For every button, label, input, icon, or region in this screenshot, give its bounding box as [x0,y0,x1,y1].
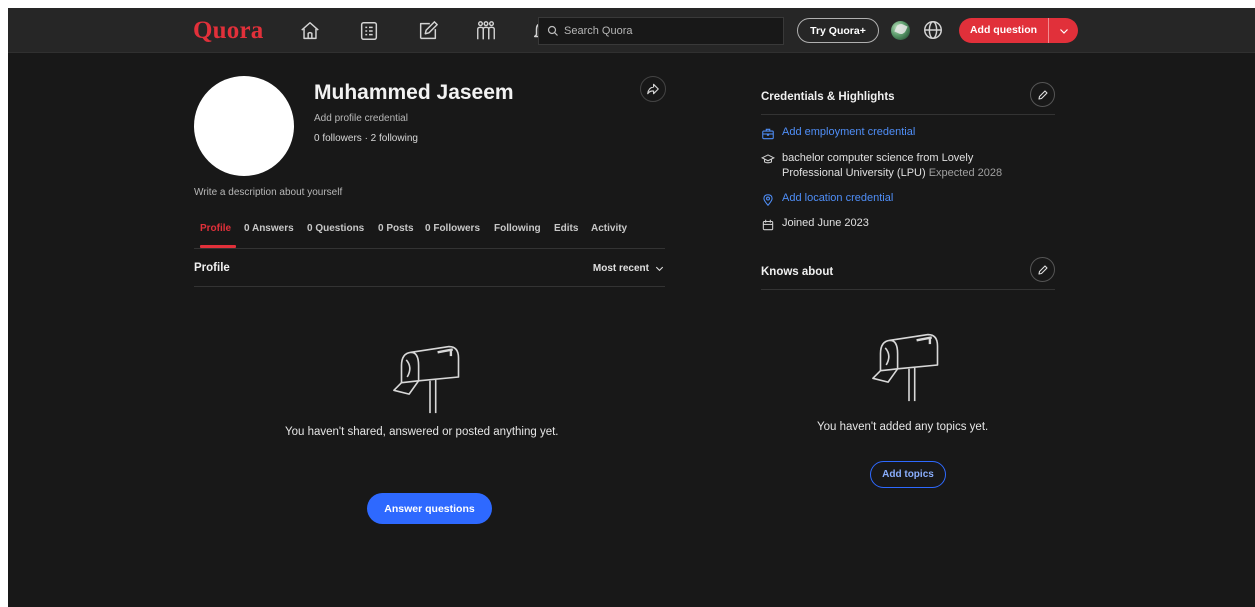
search-icon [547,25,558,36]
briefcase-icon [762,128,774,140]
section-title: Profile [194,262,230,274]
sort-dropdown[interactable]: Most recent [593,263,665,274]
profile-tabs: Profile 0 Answers 0 Questions 0 Posts 0 … [194,214,665,249]
profile-section-header: Profile Most recent [194,261,665,287]
empty-feed-message: You haven't shared, answered or posted a… [285,426,559,438]
home-icon[interactable] [299,20,321,42]
answer-questions-button[interactable]: Answer questions [367,493,492,524]
calendar-icon [762,219,774,231]
location-credential-row[interactable]: Add location credential [761,192,893,207]
tab-answers[interactable]: 0 Answers [244,223,294,234]
write-description-link[interactable]: Write a description about yourself [194,187,342,198]
share-icon[interactable] [640,76,666,102]
tab-posts[interactable]: 0 Posts [378,223,414,234]
tab-activity[interactable]: Activity [591,223,627,234]
quora-page: Quora Try Quora+ Add question [8,8,1255,607]
chevron-down-icon [655,266,664,272]
followers-count[interactable]: 0 followers · 2 following [314,133,418,144]
edit-credentials-pencil-icon[interactable] [1030,82,1055,107]
tab-profile[interactable]: Profile [200,223,231,234]
education-line-2: Professional University (LPU) [782,167,926,179]
quora-logo[interactable]: Quora [193,17,263,45]
education-credential-row: bachelor computer science from Lovely Pr… [761,151,1002,181]
try-quora-plus-button[interactable]: Try Quora+ [797,18,879,43]
tab-edits[interactable]: Edits [554,223,578,234]
credentials-title: Credentials & Highlights [761,91,895,103]
joined-row: Joined June 2023 [761,217,869,232]
no-topics-message: You haven't added any topics yet. [817,421,989,433]
tab-following[interactable]: Following [494,223,541,234]
education-credential-text: bachelor computer science from Lovely Pr… [782,151,1002,181]
user-avatar[interactable] [891,21,910,40]
top-navigation-bar: Quora Try Quora+ Add question [8,8,1255,53]
add-employment-credential-link[interactable]: Add employment credential [782,126,915,138]
knows-about-header: Knows about [761,255,1055,290]
language-globe-icon[interactable] [922,19,944,41]
active-tab-indicator [200,245,236,248]
education-line-1: bachelor computer science from Lovely [782,152,974,164]
spaces-icon[interactable] [475,20,497,42]
empty-mailbox-illustration [872,333,939,402]
chevron-down-icon[interactable] [1049,25,1078,37]
employment-credential-row[interactable]: Add employment credential [761,126,915,141]
education-expected: Expected 2028 [928,167,1003,179]
empty-mailbox-illustration [393,345,460,414]
tab-followers[interactable]: 0 Followers [425,223,480,234]
following-feed-icon[interactable] [358,20,380,42]
profile-name: Muhammed Jaseem [314,81,514,104]
knows-about-title: Knows about [761,266,834,278]
joined-date: Joined June 2023 [782,217,869,229]
credentials-header: Credentials & Highlights [761,80,1055,115]
location-pin-icon [763,194,773,207]
search-box[interactable] [538,17,784,45]
edit-topics-pencil-icon[interactable] [1030,257,1055,282]
tab-questions[interactable]: 0 Questions [307,223,364,234]
add-profile-credential-link[interactable]: Add profile credential [314,113,408,124]
profile-photo[interactable] [194,76,294,176]
search-input[interactable] [564,25,764,37]
add-question-label[interactable]: Add question [959,18,1049,43]
add-location-credential-link[interactable]: Add location credential [782,192,893,204]
graduation-cap-icon [761,154,775,164]
add-question-button[interactable]: Add question [959,18,1078,43]
add-topics-button[interactable]: Add topics [870,461,946,488]
answer-pencil-icon[interactable] [417,20,439,42]
sort-label: Most recent [592,263,649,274]
